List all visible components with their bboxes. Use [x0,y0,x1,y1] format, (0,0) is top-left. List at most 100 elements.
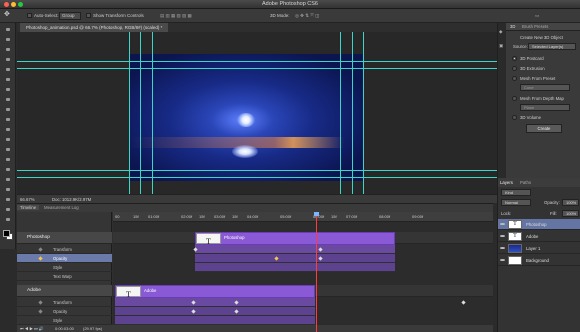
dodge-tool-icon[interactable] [4,156,12,163]
align-buttons-icon[interactable]: ▤ ▥ ▦ ▧ ▨ ▩ [160,13,192,19]
gradient-tool-icon[interactable] [4,136,12,143]
prop-row-transform[interactable]: Transform [17,298,112,307]
transform-track[interactable] [115,298,315,307]
tab-layers[interactable]: Layers [500,180,513,185]
option-label: Mesh From Preset [520,76,556,81]
marquee-tool-icon[interactable] [4,36,12,43]
tab-measurement-log[interactable]: Measurement Log [41,205,82,210]
radio-3d-volume[interactable] [512,115,517,120]
create-button[interactable]: Create [526,124,562,133]
hand-tool-icon[interactable] [4,206,12,213]
tab-paths[interactable]: Paths [520,180,531,185]
clip-photoshop[interactable]: T Photoshop [195,232,395,246]
keyframe[interactable] [461,300,466,305]
layer-group-photoshop[interactable]: Photoshop [17,232,112,244]
quick-select-tool-icon[interactable] [4,56,12,63]
opacity-track[interactable] [195,245,395,254]
layer-group-adobe[interactable]: Adobe [17,285,112,297]
clip-adobe[interactable]: T Adobe [115,285,315,299]
right-panel-dock: ◆ ▣ 3D Brush Presets Create New 3D Objec… [497,23,580,332]
clone-stamp-tool-icon[interactable] [4,106,12,113]
auto-select-checkbox[interactable] [27,13,32,18]
blur-tool-icon[interactable] [4,146,12,153]
history-brush-tool-icon[interactable] [4,116,12,123]
layer-row-photoshop[interactable]: T Photoshop [498,219,580,230]
keyframe-toggle-icon[interactable] [38,300,43,305]
path-selection-tool-icon[interactable] [4,186,12,193]
time-ruler[interactable]: 00 15f 01:00f 02:00f 15f 03:00f 15f 04:0… [113,212,493,222]
ruler-tick: 02:00f [181,214,193,219]
text-warp-track[interactable] [195,263,395,272]
prop-row-opacity[interactable]: Opacity [17,307,112,316]
prop-row-style[interactable]: Style [17,316,112,325]
brush-tool-icon[interactable] [4,96,12,103]
visibility-eye-icon[interactable] [500,246,505,250]
visibility-eye-icon[interactable] [500,234,505,238]
depth-map-dropdown[interactable]: Plane [520,104,570,111]
playhead-handle[interactable] [314,212,319,216]
keyframe-toggle-icon[interactable] [38,309,43,314]
style-track[interactable] [195,254,395,263]
visibility-eye-icon[interactable] [500,258,505,262]
crop-tool-icon[interactable] [4,66,12,73]
prop-row-opacity[interactable]: Opacity [17,254,112,263]
properties-panel-icon[interactable]: ▣ [499,43,503,49]
layer-row-background[interactable]: Background [498,255,580,266]
timeline-tracks[interactable]: T Photoshop T Adobe [113,222,493,332]
move-tool-icon[interactable]: ✥ [4,10,10,18]
tab-brush-presets[interactable]: Brush Presets [522,24,548,29]
tab-timeline[interactable]: Timeline [17,205,40,210]
prop-row-text-warp[interactable]: Text Warp [17,272,112,281]
radio-mesh-from-preset[interactable] [512,76,517,81]
radio-3d-postcard[interactable] [512,56,517,61]
style-track[interactable] [115,316,315,325]
document-tab[interactable]: Photoshop_animation.psd @ 66.7% (Photosh… [20,23,169,32]
guide-line[interactable] [17,68,497,69]
prop-label: Transform [53,300,72,305]
photoshop-window: Adobe Photoshop CS6 ✥ Auto-Select: Group… [0,0,580,332]
healing-brush-tool-icon[interactable] [4,86,12,93]
prop-label: Style [53,318,63,323]
fill-field[interactable]: 100% [562,210,579,217]
radio-mesh-from-depth-map[interactable] [512,96,517,101]
preset-dropdown[interactable]: Cone [520,84,570,91]
move-tool-icon[interactable] [4,26,12,33]
zoom-level[interactable]: 66.67% [20,197,35,202]
prop-label: Opacity [53,309,68,314]
3d-mode-icons[interactable]: ◎ ✥ ⇅ ⤧ ◫ [295,13,319,19]
layer-row-layer-1[interactable]: Layer 1 [498,243,580,254]
keyframe-toggle-icon[interactable] [38,256,43,261]
timecode[interactable]: 0:00:03:00 [55,326,74,331]
source-dropdown[interactable]: Selected Layer(s) [528,43,576,50]
opacity-track[interactable] [115,307,315,316]
playback-controls-icon[interactable]: ⏮ ◀ ▶ ⏭ 🔊 [20,326,44,331]
3d-panel-title[interactable]: 3D [510,24,515,29]
playhead[interactable] [316,212,317,332]
type-tool-icon[interactable] [4,176,12,183]
blend-mode-dropdown[interactable]: Normal [501,199,531,206]
lasso-tool-icon[interactable] [4,46,12,53]
guide-line[interactable] [17,177,497,178]
create-3d-title: Create New 3D Object [520,35,563,40]
show-transform-checkbox[interactable] [86,13,91,18]
workspace-icon[interactable]: ▭ [535,13,539,19]
show-transform-label: Show Transform Controls [93,13,144,18]
radio-3d-extrusion[interactable] [512,66,517,71]
eraser-tool-icon[interactable] [4,126,12,133]
foreground-color-swatch[interactable] [3,230,10,237]
guide-line[interactable] [17,61,497,62]
shape-tool-icon[interactable] [4,196,12,203]
pen-tool-icon[interactable] [4,166,12,173]
kind-filter-dropdown[interactable]: Kind [501,189,531,196]
visibility-eye-icon[interactable] [500,222,505,226]
guide-line[interactable] [17,170,497,171]
layer-row-adobe[interactable]: T Adobe [498,231,580,242]
prop-row-transform[interactable]: Transform [17,245,112,254]
prop-row-style[interactable]: Style [17,263,112,272]
zoom-tool-icon[interactable] [4,216,12,223]
opacity-field[interactable]: 100% [562,199,579,206]
3d-panel-icon[interactable]: ◆ [499,29,502,35]
eyedropper-tool-icon[interactable] [4,76,12,83]
keyframe-toggle-icon[interactable] [38,247,43,252]
layer-name: Photoshop [526,222,547,227]
